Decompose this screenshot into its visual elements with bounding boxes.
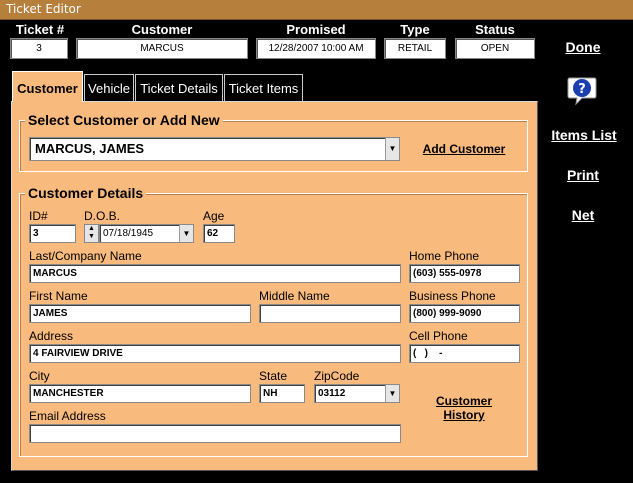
id-field[interactable]: 3 <box>29 224 76 243</box>
middle-name-field[interactable] <box>259 304 401 323</box>
type-label: Type <box>400 22 430 37</box>
select-customer-title: Select Customer or Add New <box>25 112 223 128</box>
cell-phone-field[interactable]: ( ) - <box>409 344 520 363</box>
first-name-label: First Name <box>29 289 88 303</box>
dob-value: 07/18/1945 <box>103 228 154 239</box>
customer-field[interactable]: MARCUS <box>76 38 248 59</box>
business-phone-label: Business Phone <box>409 289 496 303</box>
spin-down-icon[interactable]: ▼ <box>85 233 98 241</box>
window-titlebar: Ticket Editor <box>0 0 633 20</box>
svg-text:?: ? <box>578 82 586 97</box>
state-field[interactable]: NH <box>259 384 305 403</box>
ticket-number-field[interactable]: 3 <box>10 38 68 59</box>
middle-name-label: Middle Name <box>259 289 330 303</box>
address-field[interactable]: 4 FAIRVIEW DRIVE <box>29 344 401 363</box>
customer-history-line2: History <box>443 408 485 422</box>
zipcode-dropdown-icon[interactable]: ▼ <box>385 385 399 402</box>
dob-field[interactable]: 07/18/1945 ▼ <box>99 224 194 243</box>
customer-history-line1: Customer <box>435 394 492 408</box>
done-button[interactable]: Done <box>553 39 613 55</box>
city-label: City <box>29 369 50 383</box>
tab-customer[interactable]: Customer <box>12 71 83 102</box>
selected-customer-value: MARCUS, JAMES <box>35 141 145 156</box>
items-list-button[interactable]: Items List <box>545 127 623 143</box>
zipcode-combobox[interactable]: 03112 ▼ <box>314 384 400 403</box>
window-title: Ticket Editor <box>6 2 81 16</box>
address-label: Address <box>29 329 74 343</box>
customer-history-link[interactable]: Customer History <box>420 394 508 422</box>
status-field[interactable]: OPEN <box>455 38 535 59</box>
zipcode-value: 03112 <box>318 388 346 399</box>
state-label: State <box>259 369 288 383</box>
city-field[interactable]: MANCHESTER <box>29 384 251 403</box>
tab-vehicle[interactable]: Vehicle <box>84 74 134 102</box>
status-label: Status <box>475 22 515 37</box>
home-phone-label: Home Phone <box>409 249 480 263</box>
business-phone-field[interactable]: (800) 999-9090 <box>409 304 520 323</box>
first-name-field[interactable]: JAMES <box>29 304 251 323</box>
spin-up-down-icon[interactable]: ▲ ▼ <box>84 224 99 243</box>
cell-phone-label: Cell Phone <box>409 329 468 343</box>
net-button[interactable]: Net <box>553 207 613 223</box>
promised-field[interactable]: 12/28/2007 10:00 AM <box>256 38 376 59</box>
last-name-label: Last/Company Name <box>29 249 142 263</box>
age-field[interactable]: 62 <box>203 224 235 243</box>
dob-label: D.O.B. <box>84 209 121 223</box>
promised-label: Promised <box>286 22 346 37</box>
customer-select-combobox[interactable]: MARCUS, JAMES ▼ <box>29 137 400 161</box>
dropdown-arrow-icon[interactable]: ▼ <box>385 138 399 160</box>
print-button[interactable]: Print <box>553 167 613 183</box>
id-label: ID# <box>29 209 48 223</box>
help-icon[interactable]: ? <box>566 74 598 106</box>
age-label: Age <box>203 209 225 223</box>
ticket-number-label: Ticket # <box>15 22 65 37</box>
email-field[interactable] <box>29 424 401 443</box>
zipcode-label: ZipCode <box>314 369 360 383</box>
customer-tab-panel: Select Customer or Add New MARCUS, JAMES… <box>11 101 538 471</box>
tab-ticket-items[interactable]: Ticket Items <box>224 74 303 102</box>
type-field[interactable]: RETAIL <box>384 38 446 59</box>
last-name-field[interactable]: MARCUS <box>29 264 401 283</box>
customer-details-title: Customer Details <box>25 185 147 201</box>
customer-label: Customer <box>131 22 193 37</box>
dob-dropdown-icon[interactable]: ▼ <box>179 225 193 242</box>
add-customer-link[interactable]: Add Customer <box>416 142 512 156</box>
tab-ticket-details[interactable]: Ticket Details <box>135 74 223 102</box>
spin-up-icon[interactable]: ▲ <box>85 225 98 233</box>
email-label: Email Address <box>29 409 106 423</box>
home-phone-field[interactable]: (603) 555-0978 <box>409 264 520 283</box>
